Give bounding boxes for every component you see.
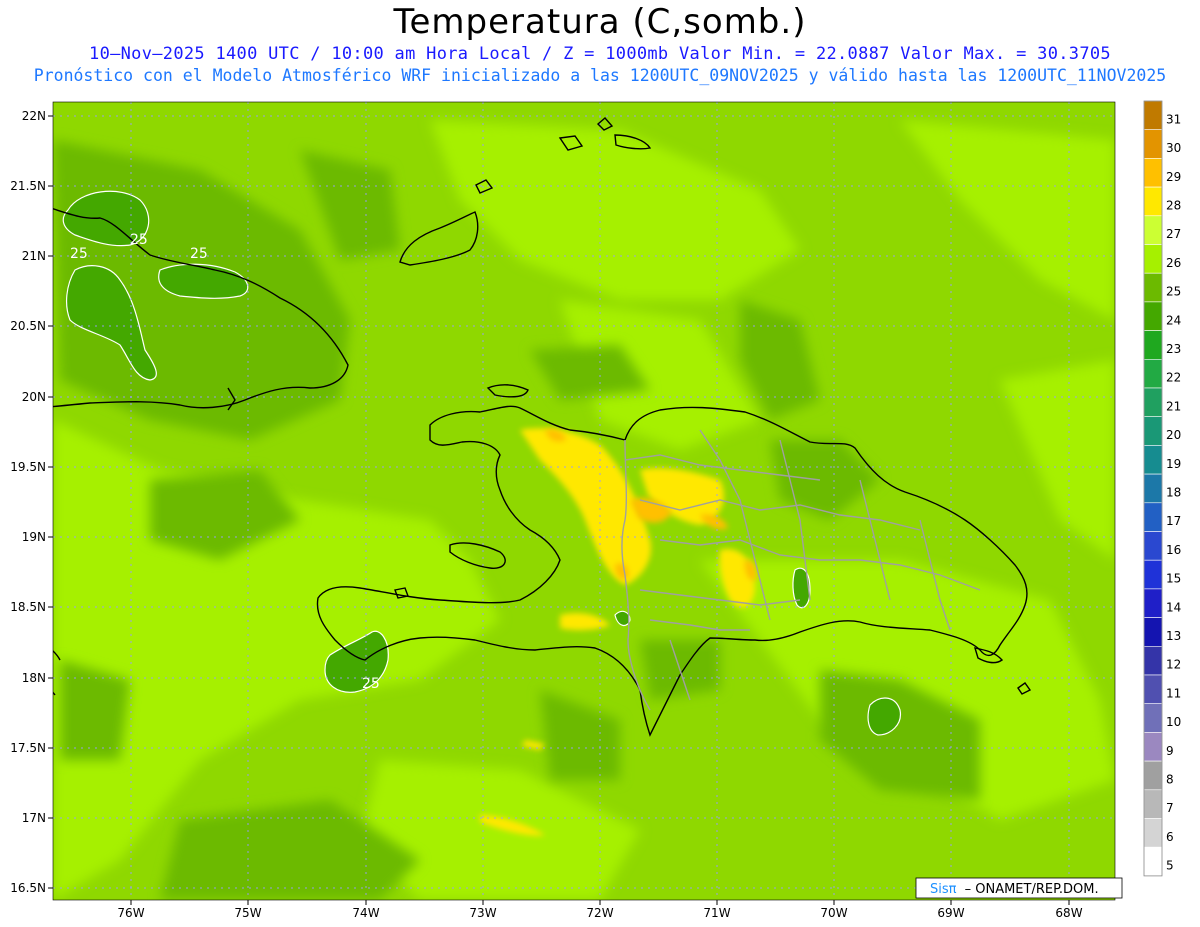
contour-label: 25 (190, 246, 208, 262)
legend-label: 28 (1166, 198, 1181, 212)
lat-label: 17.5N (10, 741, 46, 755)
legend-label: 26 (1166, 256, 1181, 270)
legend-swatch (1143, 186, 1163, 217)
legend-label: 27 (1166, 227, 1181, 241)
credit-text: – ONAMET/REP.DOM. (965, 882, 1099, 897)
legend-label: 17 (1166, 514, 1181, 528)
legend-label: 15 (1166, 572, 1181, 586)
lat-label: 20N (22, 390, 46, 404)
lon-label: 71W (703, 906, 730, 920)
lat-label: 18.5N (10, 600, 46, 614)
lat-label: 22N (22, 109, 46, 123)
legend-swatch (1143, 445, 1163, 475)
legend-label: 6 (1166, 830, 1174, 844)
legend-swatch (1143, 244, 1163, 274)
legend-swatch (1143, 301, 1163, 331)
legend-swatch (1143, 330, 1163, 360)
lon-label: 76W (117, 906, 144, 920)
legend-label: 19 (1166, 457, 1181, 471)
lat-label: 18N (22, 671, 46, 685)
legend-swatch (1143, 760, 1163, 791)
legend-swatch (1143, 645, 1163, 676)
lon-label: 72W (586, 906, 613, 920)
legend-label: 14 (1166, 600, 1181, 614)
lat-label: 20.5N (10, 319, 46, 333)
lat-label: 17N (22, 811, 46, 825)
lat-label: 19N (22, 530, 46, 544)
legend-swatch (1143, 674, 1163, 705)
legend-swatch (1143, 559, 1163, 590)
legend-label: 21 (1166, 399, 1181, 413)
temperature-map: 25 25 25 25 22N 21.5N 21N 20.5N 20N 19.5… (10, 100, 1181, 920)
legend-swatch (1143, 732, 1163, 762)
legend-label: 13 (1166, 629, 1181, 643)
legend-swatch (1143, 846, 1163, 877)
contour-label: 25 (362, 676, 380, 692)
color-scale-legend: 31 30 29 28 27 26 25 24 23 22 21 20 19 18 17 16 15 14 13 12… (1143, 100, 1181, 877)
legend-label: 18 (1166, 485, 1181, 499)
legend-swatch (1143, 531, 1163, 561)
legend-swatch (1143, 387, 1163, 418)
latitude-labels: 22N 21.5N 21N 20.5N 20N 19.5N 19N 18.5N … (10, 109, 46, 895)
legend-label: 31 (1166, 112, 1181, 126)
legend-label: 9 (1166, 744, 1174, 758)
legend-swatch (1143, 703, 1163, 733)
legend-swatch (1143, 473, 1163, 504)
temperature-field (53, 102, 1115, 900)
legend-swatch (1143, 129, 1163, 159)
legend-label: 24 (1166, 313, 1181, 327)
legend-label: 16 (1166, 543, 1181, 557)
lat-label: 21N (22, 249, 46, 263)
legend-swatch (1143, 100, 1163, 131)
lon-label: 74W (352, 906, 379, 920)
lon-label: 75W (234, 906, 261, 920)
longitude-labels: 76W 75W 74W 73W 72W 71W 70W 69W 68W (117, 906, 1082, 920)
lat-label: 16.5N (10, 881, 46, 895)
lon-label: 70W (820, 906, 847, 920)
lon-label: 73W (469, 906, 496, 920)
legend-swatch (1143, 358, 1163, 389)
legend-label: 8 (1166, 772, 1174, 786)
legend-swatch (1143, 502, 1163, 532)
legend-swatch (1143, 818, 1163, 848)
legend-swatch (1143, 158, 1163, 188)
legend-label: 25 (1166, 285, 1181, 299)
lat-label: 19.5N (10, 460, 46, 474)
legend-label: 10 (1166, 715, 1181, 729)
legend-label: 12 (1166, 658, 1181, 672)
credit-logo: Sisπ (930, 882, 957, 897)
lat-label: 21.5N (10, 179, 46, 193)
lon-label: 69W (937, 906, 964, 920)
legend-label: 5 (1166, 859, 1174, 873)
legend-swatch (1143, 617, 1163, 647)
lon-label: 68W (1055, 906, 1082, 920)
lon-ticks (130, 900, 1070, 905)
legend-label: 30 (1166, 141, 1181, 155)
contour-label: 25 (70, 246, 88, 262)
legend-label: 22 (1166, 371, 1181, 385)
legend-label: 23 (1166, 342, 1181, 356)
legend-label: 11 (1166, 686, 1181, 700)
lat-ticks (48, 115, 53, 889)
legend-swatch (1143, 272, 1163, 303)
legend-swatch (1143, 416, 1163, 446)
legend-label: 20 (1166, 428, 1181, 442)
legend-label: 7 (1166, 801, 1174, 815)
legend-label: 29 (1166, 170, 1181, 184)
contour-label: 25 (130, 232, 148, 248)
svg-text:Sisπ – ONAMET/REP.DOM.: Sisπ – ONAMET/REP.DOM. (930, 882, 1099, 897)
legend-swatch (1143, 588, 1163, 618)
legend-swatch (1143, 215, 1163, 245)
legend-swatch (1143, 789, 1163, 819)
credit-box: Sisπ – ONAMET/REP.DOM. (915, 877, 1123, 899)
